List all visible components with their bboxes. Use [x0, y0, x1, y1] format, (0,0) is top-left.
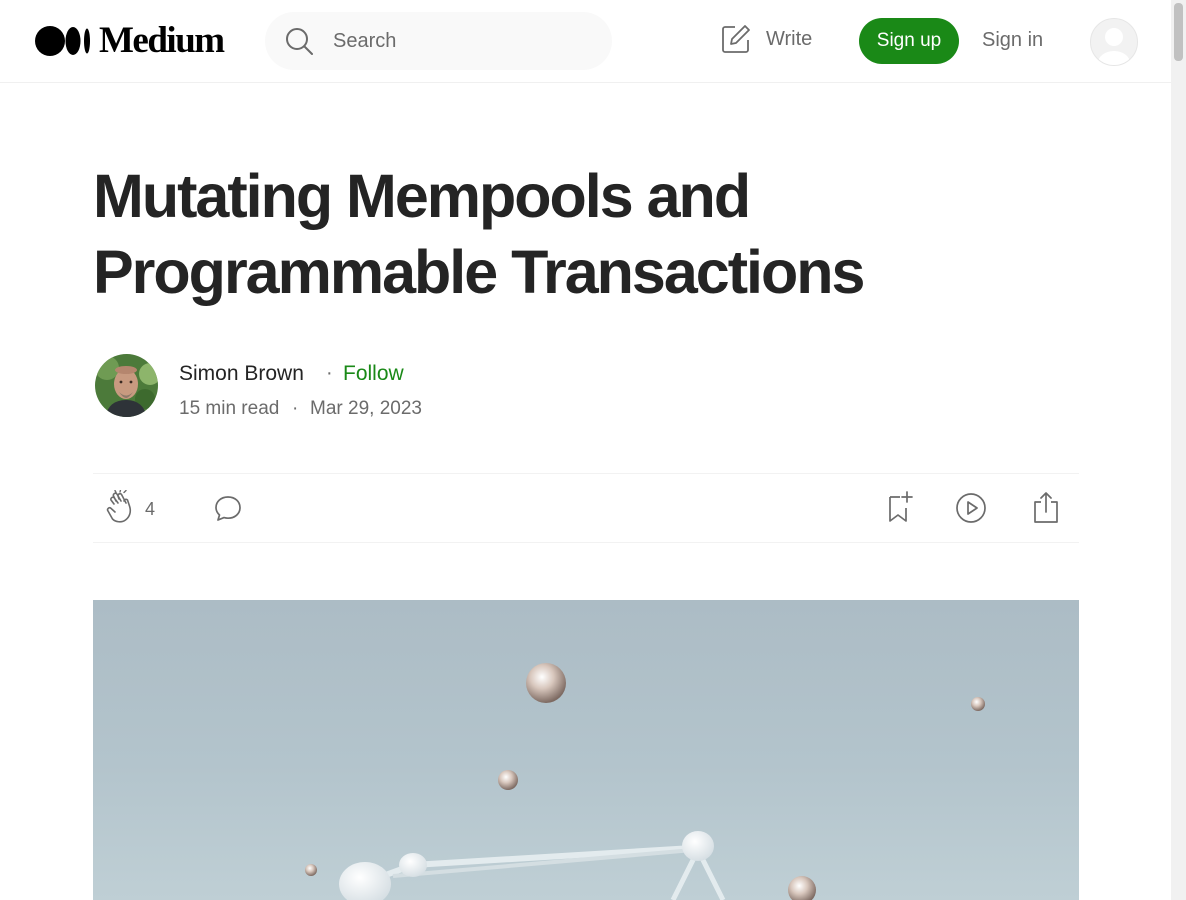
article-hero-image [93, 600, 1079, 900]
follow-button[interactable]: Follow [343, 362, 404, 386]
publish-date: Mar 29, 2023 [310, 398, 422, 419]
hero-3d-molecule-illustration [305, 663, 985, 900]
author-avatar[interactable] [95, 354, 158, 417]
article-action-bar: 4 [93, 473, 1079, 543]
clap-icon[interactable] [105, 490, 137, 524]
user-avatar[interactable] [1090, 18, 1138, 66]
clap-count: 4 [145, 499, 156, 519]
separator-dot: · [326, 362, 333, 384]
read-time: 15 min read [179, 398, 280, 419]
write-button[interactable]: Write [721, 24, 812, 54]
medium-logo-icon [35, 25, 91, 57]
article-title: Mutating Mempools and Programmable Trans… [93, 162, 865, 306]
sign-up-button[interactable]: Sign up [859, 18, 959, 64]
medium-logo[interactable]: Medium [35, 20, 225, 61]
search-input[interactable]: Search [333, 30, 396, 53]
scrollbar[interactable] [1171, 0, 1186, 900]
separator-dot: · [292, 398, 299, 419]
share-icon[interactable] [1031, 490, 1061, 524]
write-label: Write [766, 27, 813, 50]
comment-icon[interactable] [213, 494, 243, 524]
search-bar[interactable]: Search [265, 12, 612, 70]
top-navigation: Medium Search Write Sign up Sign in [0, 0, 1171, 83]
write-icon [722, 25, 750, 53]
author-photo [95, 354, 158, 417]
bookmark-add-icon[interactable] [885, 490, 915, 524]
logo-wordmark: Medium [99, 20, 225, 61]
user-silhouette-icon [1098, 28, 1130, 65]
play-icon[interactable] [955, 492, 987, 524]
author-name[interactable]: Simon Brown [179, 362, 304, 386]
search-icon [286, 28, 313, 55]
sign-in-link[interactable]: Sign in [982, 29, 1043, 52]
scrollbar-thumb[interactable] [1174, 3, 1183, 61]
